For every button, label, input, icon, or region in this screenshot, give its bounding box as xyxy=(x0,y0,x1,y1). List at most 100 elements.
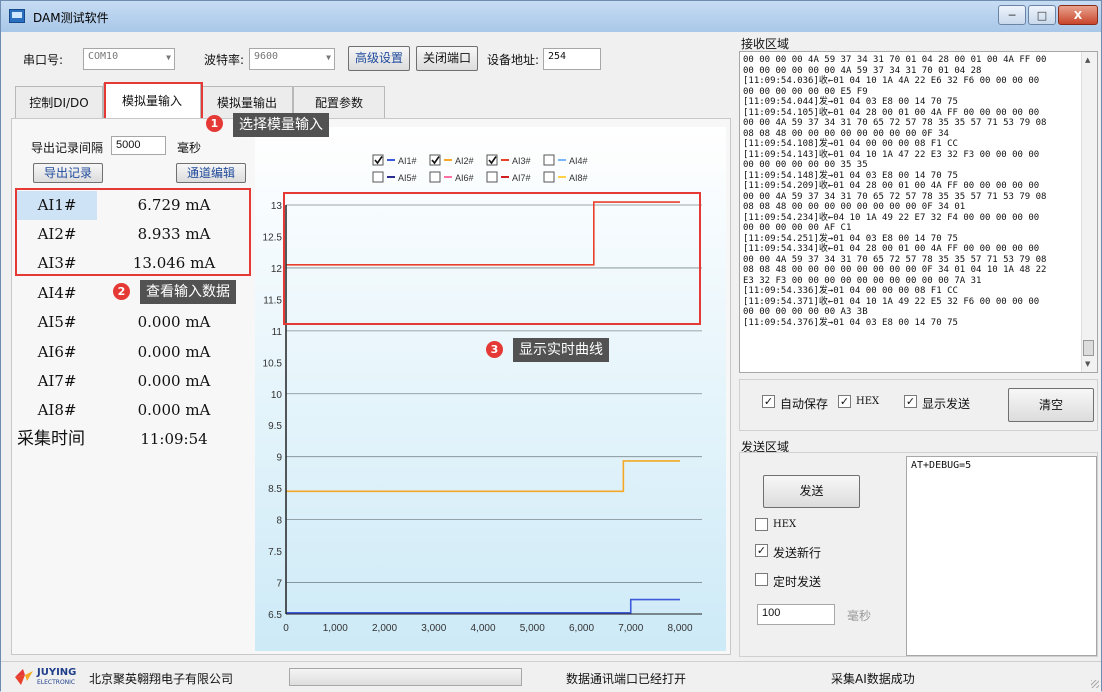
ai-name: AI3# xyxy=(37,254,77,272)
collect-time-value: 11:09:54 xyxy=(140,430,208,448)
receive-line: E3 32 F3 00 00 00 00 00 00 00 00 00 00 7… xyxy=(743,275,982,286)
annotation-callout-3: 显示实时曲线 xyxy=(513,338,609,362)
receive-textbox[interactable]: 00 00 00 00 4A 59 37 34 31 70 01 04 28 0… xyxy=(739,51,1098,373)
export-record-button[interactable]: 导出记录 xyxy=(33,163,103,183)
show-send-checkbox[interactable]: ✓ xyxy=(904,395,917,408)
close-button[interactable]: X xyxy=(1058,5,1098,25)
legend-checkbox xyxy=(372,171,384,183)
collect-status-text: 采集AI数据成功 xyxy=(831,672,915,686)
title-bar: DAM测试软件 ─ □ X xyxy=(1,1,1101,32)
recv-hex-checkbox[interactable]: ✓ xyxy=(838,395,851,408)
app-icon xyxy=(9,9,25,23)
legend-checkbox xyxy=(543,154,555,166)
advanced-settings-button[interactable]: 高级设置 xyxy=(348,46,410,71)
ai-value: 8.933 mA xyxy=(137,225,211,243)
export-interval-input[interactable]: 5000 xyxy=(111,136,166,155)
x-tick-label: 8,000 xyxy=(667,623,692,634)
receive-line: 00 00 00 00 00 00 A3 3B xyxy=(743,307,868,317)
legend-label: AI3# xyxy=(512,156,531,166)
receive-line: [11:09:54.209]收←01 04 28 00 01 00 4A FF … xyxy=(743,181,1040,191)
ai-name: AI2# xyxy=(37,225,77,243)
x-tick-label: 0 xyxy=(283,623,289,634)
resize-grip[interactable] xyxy=(1091,680,1099,688)
x-tick-label: 1,000 xyxy=(323,623,348,634)
port-label: 串口号: xyxy=(23,53,64,67)
ai-name: AI1# xyxy=(17,191,97,220)
receive-line: [11:09:54.148]发→01 04 03 E8 00 14 70 75 xyxy=(743,170,958,181)
send-hex-checkbox[interactable] xyxy=(755,518,768,531)
timed-interval-input[interactable]: 100 xyxy=(757,604,835,625)
show-send-label: 显示发送 xyxy=(922,397,971,411)
address-input[interactable]: 254 xyxy=(543,48,601,70)
tab-analog-input[interactable]: 模拟量输入 xyxy=(103,83,201,119)
receive-line: [11:09:54.336]发→01 04 00 00 00 08 F1 CC xyxy=(743,286,958,296)
minimize-button[interactable]: ─ xyxy=(998,5,1026,25)
ai-row: AI7# 0.000 mA xyxy=(17,367,249,396)
ai-row: AI3# 13.046 mA xyxy=(17,249,249,278)
port-select[interactable]: COM10 ▼ xyxy=(83,48,175,70)
timed-interval-unit: 毫秒 xyxy=(847,609,872,623)
receive-line: 08 08 48 00 00 00 00 00 00 00 00 0F 34 0… xyxy=(743,202,966,212)
annotation-callout-1: 选择模量输入 xyxy=(233,113,329,137)
legend-label: AI7# xyxy=(512,173,531,183)
baud-select[interactable]: 9600 ▼ xyxy=(249,48,335,70)
auto-save-label: 自动保存 xyxy=(780,397,829,411)
receive-line: 00 00 00 00 00 AF C1 xyxy=(743,223,852,233)
receive-options: ✓ 自动保存 ✓ HEX ✓ 显示发送 清空 xyxy=(739,379,1098,431)
ai-row: AI6# 0.000 mA xyxy=(17,338,249,367)
send-hex-label: HEX xyxy=(773,519,797,530)
y-tick-label: 9.5 xyxy=(268,421,282,432)
maximize-button[interactable]: □ xyxy=(1028,5,1056,25)
brand-sub: ELECTRONIC xyxy=(37,679,76,686)
progress-bar xyxy=(289,668,522,686)
annotation-callout-2: 查看输入数据 xyxy=(140,280,236,304)
receive-line: 00 00 00 00 00 00 4A 59 37 34 31 70 01 0… xyxy=(743,65,982,76)
send-newline-checkbox[interactable]: ✓ xyxy=(755,544,768,557)
recv-hex-label: HEX xyxy=(856,396,880,407)
send-newline-label: 发送新行 xyxy=(773,546,822,560)
ai-value: 0.000 mA xyxy=(137,343,211,361)
receive-line: [11:09:54.234]收←04 10 1A 49 22 E7 32 F4 … xyxy=(743,212,1040,223)
scroll-down-icon[interactable]: ▼ xyxy=(1085,360,1090,368)
close-port-button[interactable]: 关闭端口 xyxy=(416,46,478,71)
send-textbox[interactable]: AT+DEBUG=5 xyxy=(906,456,1097,656)
window-title: DAM测试软件 xyxy=(33,11,109,25)
y-tick-label: 10.5 xyxy=(263,358,283,369)
receive-line: [11:09:54.334]收←01 04 28 00 01 00 4A FF … xyxy=(743,244,1040,254)
x-tick-label: 4,000 xyxy=(470,623,495,634)
chevron-down-icon: ▼ xyxy=(326,53,331,62)
ai-name: AI5# xyxy=(37,313,77,331)
ai-value: 0.000 mA xyxy=(137,372,211,390)
realtime-chart: AI1# AI2# AI3# AI4# AI5# AI6# AI7# AI8# 6.5 7 7.5… xyxy=(255,127,726,651)
legend-checkbox xyxy=(486,171,498,183)
timed-send-checkbox[interactable] xyxy=(755,573,768,586)
channel-edit-button[interactable]: 通道编辑 xyxy=(176,163,246,183)
tab-control-dido[interactable]: 控制DI/DO xyxy=(15,86,103,118)
company-name: 北京聚英翱翔电子有限公司 xyxy=(89,672,234,686)
scrollbar-thumb[interactable] xyxy=(1083,340,1094,356)
scroll-up-icon[interactable]: ▲ xyxy=(1085,56,1090,64)
x-tick-label: 6,000 xyxy=(569,623,594,634)
connection-panel: 串口号: COM10 ▼ 波特率: 9600 ▼ 高级设置 关闭端口 设备地址: 2… xyxy=(11,37,731,81)
receive-line: 08 08 48 00 00 00 00 00 00 00 00 0F 34 0… xyxy=(743,265,1047,275)
legend-checkbox xyxy=(429,171,441,183)
receive-line: 00 00 4A 59 37 34 31 70 65 72 57 78 35 3… xyxy=(743,191,1047,202)
ai-row: AI1# 6.729 mA xyxy=(17,191,249,220)
y-tick-label: 13 xyxy=(271,201,283,212)
x-tick-label: 7,000 xyxy=(618,623,643,634)
juying-logo-icon xyxy=(15,669,33,685)
receive-line: [11:09:54.108]发→01 04 00 00 00 08 F1 CC xyxy=(743,139,958,149)
receive-line: 08 08 48 00 00 00 00 00 00 00 00 0F 34 xyxy=(743,128,949,139)
ai-row: AI2# 8.933 mA xyxy=(17,220,249,249)
receive-line: [11:09:54.371]收←01 04 10 1A 49 22 E5 32 … xyxy=(743,296,1040,307)
receive-scrollbar[interactable]: ▲ ▼ xyxy=(1081,52,1097,372)
y-tick-label: 8.5 xyxy=(268,484,282,495)
send-button[interactable]: 发送 xyxy=(763,475,860,508)
annotation-badge-1: 1 xyxy=(206,115,223,132)
receive-line: 00 00 00 00 00 00 35 35 xyxy=(743,160,868,170)
clear-button[interactable]: 清空 xyxy=(1008,388,1094,422)
auto-save-checkbox[interactable]: ✓ xyxy=(762,395,775,408)
export-interval-unit: 毫秒 xyxy=(177,141,202,155)
y-tick-label: 7.5 xyxy=(268,547,282,558)
legend-label: AI1# xyxy=(398,156,417,166)
